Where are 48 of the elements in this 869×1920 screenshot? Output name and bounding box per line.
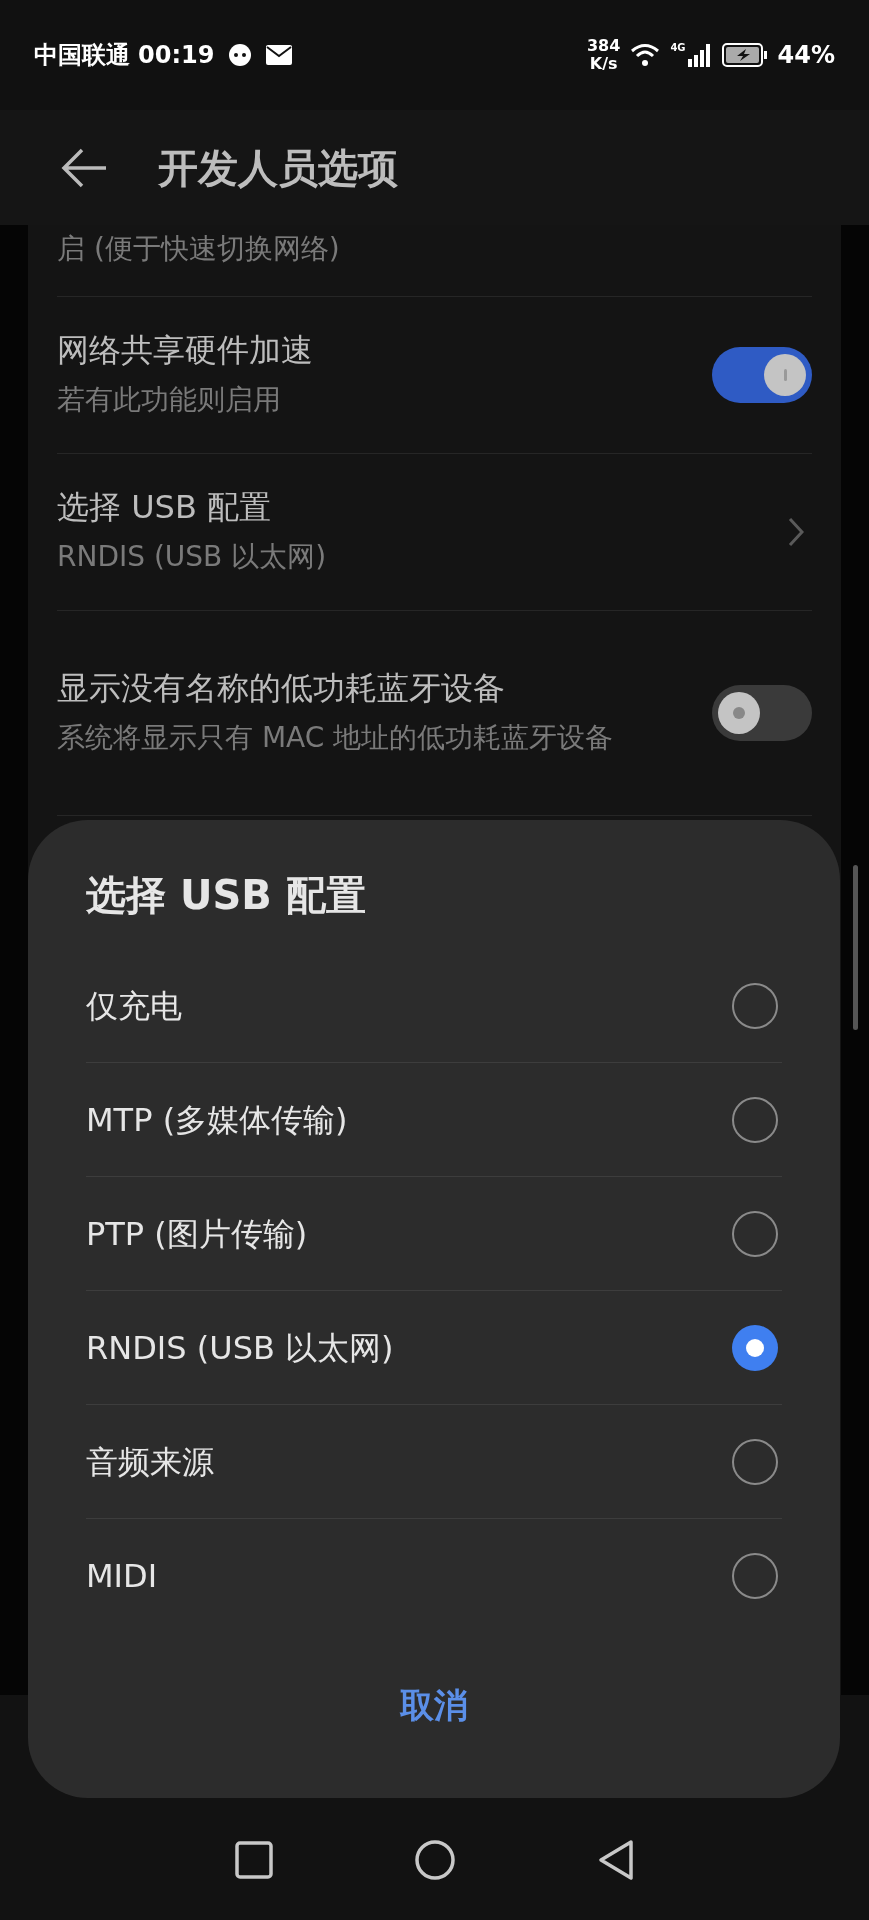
radio-button[interactable] bbox=[732, 1438, 778, 1485]
battery-icon bbox=[721, 43, 768, 67]
radio-option[interactable]: MIDI bbox=[86, 1519, 782, 1633]
setting-row[interactable]: 选择 USB 配置 RNDIS (USB 以太网) bbox=[57, 454, 812, 611]
setting-title: 显示没有名称的低功耗蓝牙设备 bbox=[57, 668, 506, 709]
dialog-title: 选择 USB 配置 bbox=[86, 871, 367, 920]
option-label: PTP (图片传输) bbox=[86, 1213, 308, 1255]
toggle-switch[interactable] bbox=[712, 685, 812, 741]
mail-icon bbox=[266, 45, 293, 65]
setting-row[interactable]: 网络共享硬件加速 若有此功能则启用 bbox=[57, 297, 812, 454]
radio-button[interactable] bbox=[732, 1096, 778, 1143]
setting-row[interactable]: 显示没有名称的低功耗蓝牙设备 系统将显示只有 MAC 地址的低功耗蓝牙设备 bbox=[57, 611, 812, 816]
setting-title: 网络共享硬件加速 bbox=[57, 330, 314, 371]
carrier-name: 中国联通 bbox=[34, 40, 130, 71]
setting-subtitle: 若有此功能则启用 bbox=[57, 382, 282, 418]
setting-subtitle: RNDIS (USB 以太网) bbox=[57, 539, 328, 575]
clock: 00:19 bbox=[138, 40, 215, 71]
radio-button[interactable] bbox=[732, 1210, 778, 1257]
wifi-icon bbox=[630, 43, 661, 67]
page-title: 开发人员选项 bbox=[158, 143, 398, 193]
setting-subtitle: 启 (便于快速切换网络) bbox=[57, 231, 340, 267]
option-label: MIDI bbox=[86, 1556, 158, 1597]
radio-option[interactable]: MTP (多媒体传输) bbox=[86, 1063, 782, 1177]
home-nav-icon[interactable] bbox=[413, 1839, 456, 1881]
network-speed-unit: K/s bbox=[589, 55, 618, 73]
option-label: 音频来源 bbox=[86, 1441, 214, 1483]
network-type: 4G bbox=[670, 43, 686, 53]
radio-button[interactable] bbox=[732, 1324, 778, 1371]
back-arrow-icon[interactable] bbox=[60, 147, 108, 188]
setting-title: 选择 USB 配置 bbox=[57, 487, 273, 528]
cancel-button[interactable]: 取消 bbox=[380, 1670, 488, 1741]
option-label: 仅充电 bbox=[86, 985, 182, 1027]
signal-icon bbox=[687, 43, 712, 67]
radio-option[interactable]: 仅充电 bbox=[86, 949, 782, 1063]
toggle-switch[interactable] bbox=[712, 347, 812, 403]
radio-button[interactable] bbox=[732, 1553, 778, 1599]
radio-option[interactable]: RNDIS (USB 以太网) bbox=[86, 1291, 782, 1405]
chevron-right-icon bbox=[788, 517, 804, 547]
option-label: RNDIS (USB 以太网) bbox=[86, 1327, 394, 1369]
radio-option[interactable]: 音频来源 bbox=[86, 1405, 782, 1519]
battery-percentage: 44% bbox=[777, 40, 835, 71]
radio-option[interactable]: PTP (图片传输) bbox=[86, 1177, 782, 1291]
setting-subtitle: 系统将显示只有 MAC 地址的低功耗蓝牙设备 bbox=[57, 720, 615, 756]
network-speed-value: 384 bbox=[586, 37, 621, 55]
option-label: MTP (多媒体传输) bbox=[86, 1099, 348, 1141]
face-icon bbox=[228, 43, 253, 67]
radio-button[interactable] bbox=[732, 982, 778, 1029]
square-nav-icon[interactable] bbox=[233, 1840, 274, 1880]
